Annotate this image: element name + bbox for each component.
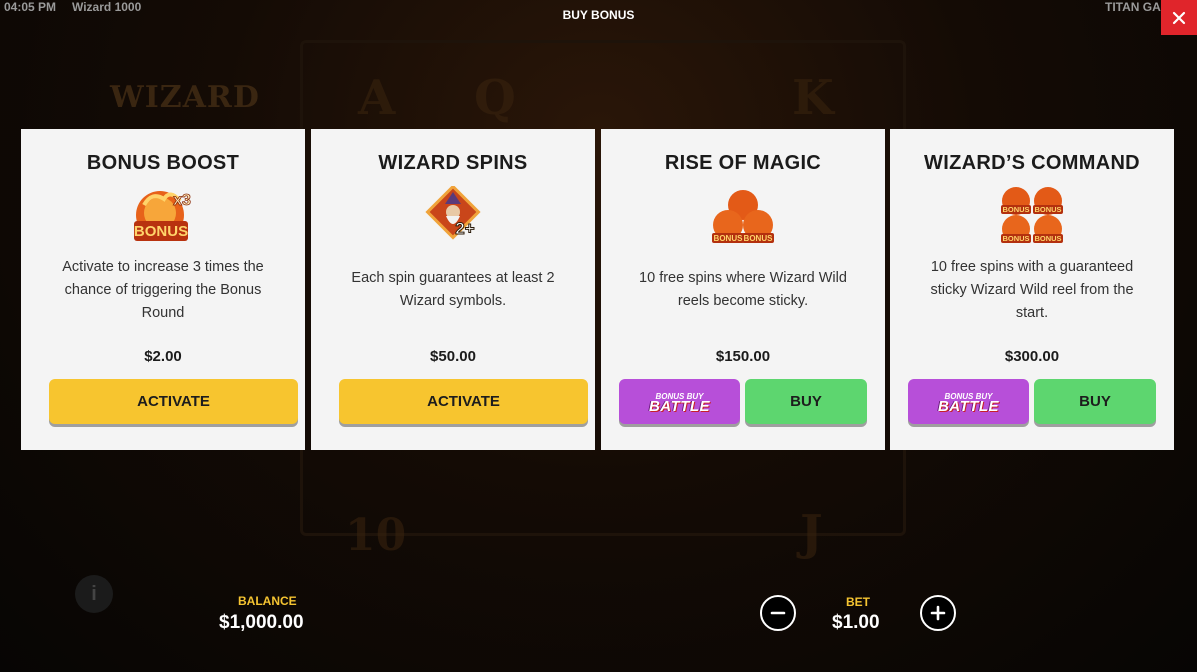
minus-icon	[770, 611, 786, 615]
bonus-buy-battle-button[interactable]: BONUS BUY BATTLE	[908, 379, 1029, 424]
brand-label: TITAN GA	[1105, 0, 1161, 14]
icon-text: BONUS	[1002, 234, 1029, 243]
card-title: WIZARD SPINS	[378, 152, 528, 174]
reel-symbol: K	[792, 70, 834, 126]
icon-text: BONUS	[744, 234, 774, 243]
wizard-2plus-icon: 2+	[425, 186, 481, 240]
icon-text: BONUS	[1002, 205, 1029, 214]
battle-logo: BONUS BUY BATTLE	[648, 391, 711, 415]
page-title: BUY BONUS	[562, 8, 635, 22]
icon-text: 2+	[455, 219, 474, 238]
bet-increase-button[interactable]	[920, 595, 956, 631]
card-price: $2.00	[144, 348, 182, 365]
rise-of-magic-card: RISE OF MAGIC BONUS BONUS 10 free spins …	[601, 129, 885, 450]
card-description: 10 free spins where Wizard Wild reels be…	[639, 270, 847, 309]
card-description: Each spin guarantees at least 2 Wizard s…	[351, 270, 555, 309]
top-bar: 04:05 PM Wizard 1000 BUY BONUS TITAN GA	[0, 0, 1197, 22]
close-icon	[1172, 11, 1186, 24]
card-price: $300.00	[1004, 348, 1060, 365]
card-price: $50.00	[430, 348, 476, 365]
three-bonus-icon: BONUS BONUS	[712, 190, 774, 243]
icon-text: BONUS	[134, 223, 188, 240]
close-button[interactable]	[1161, 0, 1197, 35]
info-icon: i	[75, 575, 113, 613]
card-title: BONUS BOOST	[86, 152, 240, 174]
bonus-boost-card: BONUS BOOST BONUS x3 Activate to increas…	[21, 129, 305, 450]
activate-button[interactable]: ACTIVATE	[49, 379, 298, 424]
battle-logo: BONUS BUY BATTLE	[937, 391, 1000, 415]
four-bonus-icon: BONUS BONUS BONUS BONUS	[1001, 187, 1063, 243]
plus-icon	[930, 605, 946, 621]
bonus-x3-icon: BONUS x3	[134, 191, 191, 241]
card-description: 10 free spins with a guaranteed sticky W…	[930, 259, 1134, 321]
card-title: WIZARD’S COMMAND	[924, 152, 1140, 174]
activate-button[interactable]: ACTIVATE	[339, 379, 588, 424]
reel-symbol: 10	[345, 510, 407, 561]
icon-text: BONUS	[714, 234, 744, 243]
card-price: $150.00	[715, 348, 771, 365]
bet-value: $1.00	[832, 612, 880, 633]
icon-multiplier: x3	[173, 192, 191, 209]
buy-button[interactable]: BUY	[1034, 379, 1156, 424]
reel-symbol: A	[358, 70, 396, 126]
balance-value: $1,000.00	[219, 612, 304, 633]
icon-text: BONUS	[1034, 205, 1061, 214]
card-title: RISE OF MAGIC	[664, 152, 822, 174]
wizard-spins-card: WIZARD SPINS 2+ Each spin guarantees at …	[311, 129, 595, 450]
bonus-buy-battle-button[interactable]: BONUS BUY BATTLE	[619, 379, 740, 424]
card-description: Activate to increase 3 times the chance …	[62, 259, 264, 321]
reel-symbol: Q	[474, 70, 516, 126]
buy-button[interactable]: BUY	[745, 379, 867, 424]
wizards-command-card: WIZARD’S COMMAND BONUS BONUS BONUS BONUS…	[890, 129, 1174, 450]
game-logo: WIZARD	[110, 80, 260, 115]
bet-decrease-button[interactable]	[760, 595, 796, 631]
bet-label: BET	[846, 595, 870, 609]
reel-symbol: J	[800, 505, 823, 561]
balance-label: BALANCE	[238, 594, 297, 608]
icon-text: BONUS	[1034, 234, 1061, 243]
